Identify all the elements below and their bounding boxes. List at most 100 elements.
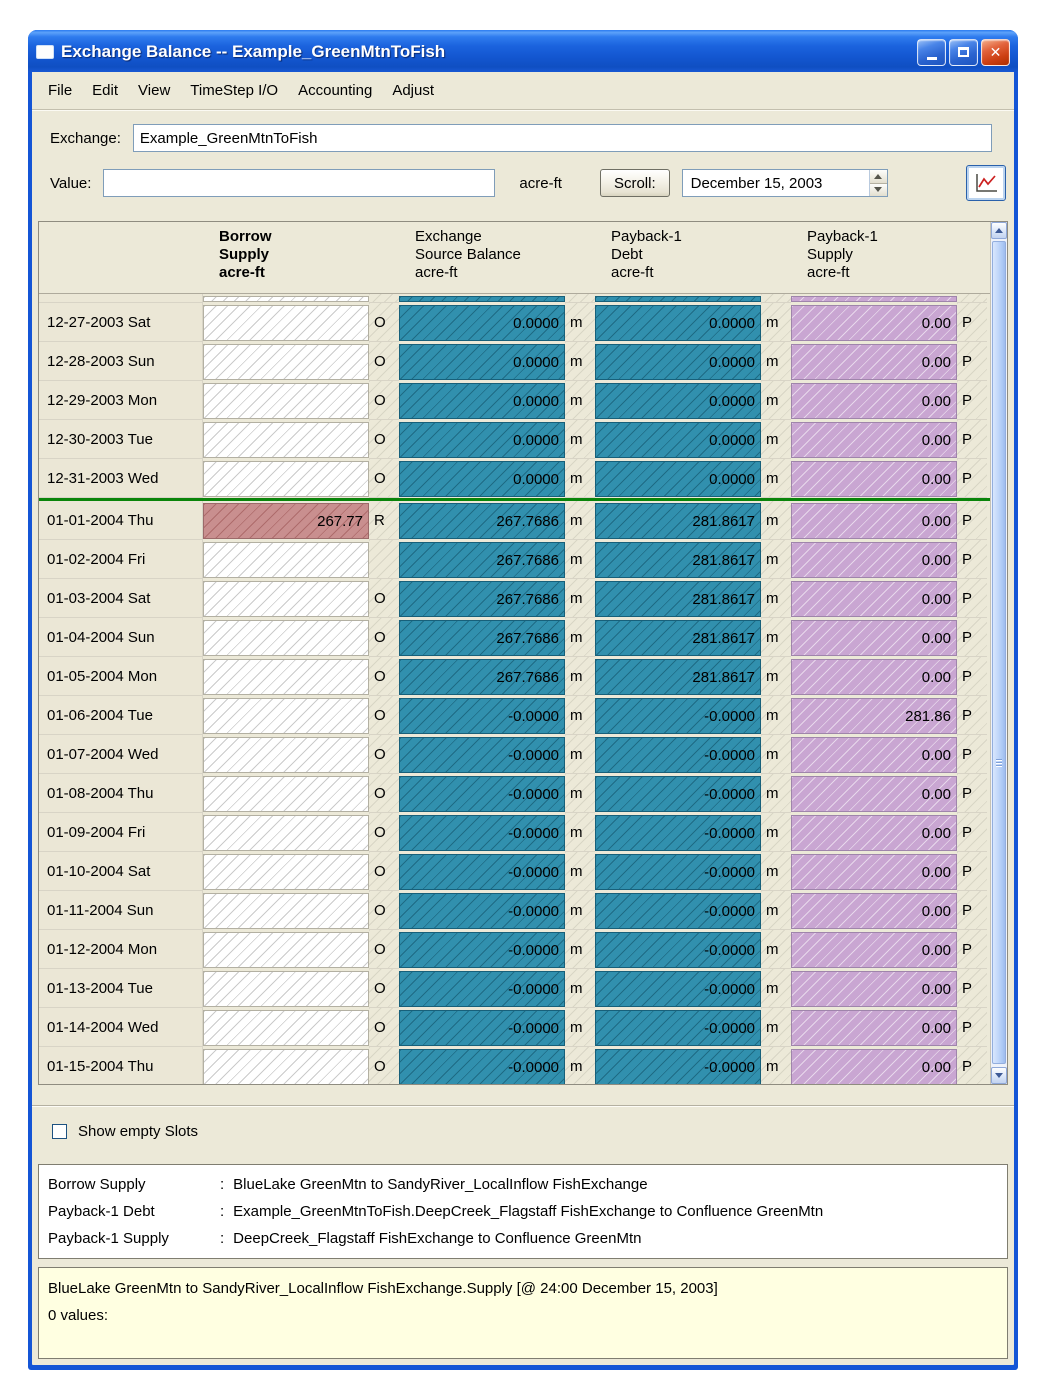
- borrow-supply-cell[interactable]: [203, 461, 369, 497]
- row-date-header[interactable]: 12-28-2003 Sun: [39, 342, 203, 381]
- payback1-supply-cell[interactable]: 0.00: [791, 854, 957, 890]
- payback1-supply-cell[interactable]: 281.86: [791, 698, 957, 734]
- row-date-header[interactable]: 01-09-2004 Fri: [39, 813, 203, 852]
- exchange-source-balance-cell[interactable]: 0.0000: [399, 305, 565, 341]
- row-date-header[interactable]: 01-02-2004 Fri: [39, 540, 203, 579]
- datetime-value[interactable]: December 15, 2003: [683, 170, 869, 196]
- menu-item-file[interactable]: File: [38, 79, 82, 102]
- exchange-source-balance-cell[interactable]: -0.0000: [399, 971, 565, 1007]
- payback1-debt-cell[interactable]: -0.0000: [595, 698, 761, 734]
- payback1-supply-cell[interactable]: 0.00: [791, 344, 957, 380]
- column-header-payback1-debt[interactable]: Payback-1 Debt acre-ft: [595, 222, 791, 293]
- row-date-header[interactable]: 01-10-2004 Sat: [39, 852, 203, 891]
- payback1-supply-cell[interactable]: 0.00: [791, 971, 957, 1007]
- borrow-supply-cell[interactable]: [203, 422, 369, 458]
- exchange-source-balance-cell[interactable]: 267.7686: [399, 503, 565, 539]
- borrow-supply-cell[interactable]: [203, 893, 369, 929]
- borrow-supply-cell[interactable]: [203, 932, 369, 968]
- scroll-button[interactable]: Scroll:: [600, 169, 670, 197]
- payback1-debt-cell[interactable]: -0.0000: [595, 932, 761, 968]
- exchange-source-balance-cell[interactable]: 0.0000: [399, 422, 565, 458]
- borrow-supply-cell[interactable]: [203, 383, 369, 419]
- exchange-source-balance-cell[interactable]: -0.0000: [399, 1049, 565, 1084]
- borrow-supply-cell[interactable]: [203, 344, 369, 380]
- column-header-payback1-supply[interactable]: Payback-1 Supply acre-ft: [791, 222, 987, 293]
- payback1-supply-cell[interactable]: 0.00: [791, 542, 957, 578]
- payback1-debt-cell[interactable]: 281.8617: [595, 659, 761, 695]
- payback1-debt-cell[interactable]: -0.0000: [595, 737, 761, 773]
- exchange-input[interactable]: [133, 124, 992, 152]
- titlebar[interactable]: Exchange Balance -- Example_GreenMtnToFi…: [28, 30, 1018, 72]
- payback1-debt-cell[interactable]: 0.0000: [595, 305, 761, 341]
- exchange-source-balance-cell[interactable]: 267.7686: [399, 620, 565, 656]
- payback1-debt-cell[interactable]: 0.0000: [595, 344, 761, 380]
- borrow-supply-cell[interactable]: 267.77: [203, 503, 369, 539]
- payback1-supply-cell[interactable]: 0.00: [791, 737, 957, 773]
- payback1-debt-cell[interactable]: 0.0000: [595, 383, 761, 419]
- column-header-borrow-supply[interactable]: Borrow Supply acre-ft: [203, 222, 399, 293]
- borrow-supply-cell[interactable]: [203, 737, 369, 773]
- datetime-spin-down-button[interactable]: [870, 184, 887, 197]
- table-scrollbar[interactable]: [990, 222, 1007, 1084]
- borrow-supply-cell[interactable]: [203, 815, 369, 851]
- row-date-header[interactable]: 12-29-2003 Mon: [39, 381, 203, 420]
- row-date-header[interactable]: 01-04-2004 Sun: [39, 618, 203, 657]
- payback1-debt-cell[interactable]: -0.0000: [595, 1049, 761, 1084]
- payback1-debt-cell[interactable]: 281.8617: [595, 620, 761, 656]
- payback1-supply-cell[interactable]: 0.00: [791, 620, 957, 656]
- row-date-header[interactable]: 01-08-2004 Thu: [39, 774, 203, 813]
- exchange-source-balance-cell[interactable]: 0.0000: [399, 344, 565, 380]
- exchange-source-balance-cell[interactable]: -0.0000: [399, 776, 565, 812]
- borrow-supply-cell[interactable]: [203, 1049, 369, 1084]
- row-date-header[interactable]: 01-03-2004 Sat: [39, 579, 203, 618]
- exchange-source-balance-cell[interactable]: 267.7686: [399, 659, 565, 695]
- payback1-debt-cell[interactable]: -0.0000: [595, 893, 761, 929]
- plot-button[interactable]: [966, 165, 1006, 201]
- row-date-header[interactable]: 12-30-2003 Tue: [39, 420, 203, 459]
- maximize-button[interactable]: [949, 39, 978, 66]
- payback1-supply-cell[interactable]: 0.00: [791, 776, 957, 812]
- exchange-source-balance-cell[interactable]: 0.0000: [399, 461, 565, 497]
- payback1-supply-cell[interactable]: 0.00: [791, 581, 957, 617]
- payback1-debt-cell[interactable]: 0.0000: [595, 461, 761, 497]
- scrollbar-thumb[interactable]: [992, 241, 1006, 1064]
- row-date-header[interactable]: 01-05-2004 Mon: [39, 657, 203, 696]
- show-empty-slots-checkbox[interactable]: [52, 1124, 67, 1139]
- row-date-header[interactable]: 01-15-2004 Thu: [39, 1047, 203, 1084]
- payback1-debt-cell[interactable]: 281.8617: [595, 503, 761, 539]
- payback1-supply-cell[interactable]: 0.00: [791, 893, 957, 929]
- borrow-supply-cell[interactable]: [203, 854, 369, 890]
- borrow-supply-cell[interactable]: [203, 581, 369, 617]
- payback1-supply-cell[interactable]: 0.00: [791, 659, 957, 695]
- borrow-supply-cell[interactable]: [203, 776, 369, 812]
- payback1-debt-cell[interactable]: -0.0000: [595, 854, 761, 890]
- row-date-header[interactable]: 01-13-2004 Tue: [39, 969, 203, 1008]
- payback1-debt-cell[interactable]: -0.0000: [595, 776, 761, 812]
- borrow-supply-cell[interactable]: [203, 698, 369, 734]
- row-date-header[interactable]: 01-12-2004 Mon: [39, 930, 203, 969]
- column-header-exchange-source-balance[interactable]: Exchange Source Balance acre-ft: [399, 222, 595, 293]
- menu-item-view[interactable]: View: [128, 79, 180, 102]
- payback1-debt-cell[interactable]: -0.0000: [595, 815, 761, 851]
- exchange-source-balance-cell[interactable]: -0.0000: [399, 893, 565, 929]
- payback1-debt-cell[interactable]: 281.8617: [595, 581, 761, 617]
- exchange-source-balance-cell[interactable]: 0.0000: [399, 383, 565, 419]
- exchange-source-balance-cell[interactable]: -0.0000: [399, 815, 565, 851]
- row-date-header[interactable]: 12-31-2003 Wed: [39, 459, 203, 498]
- payback1-supply-cell[interactable]: 0.00: [791, 422, 957, 458]
- payback1-supply-cell[interactable]: 0.00: [791, 503, 957, 539]
- menu-item-accounting[interactable]: Accounting: [288, 79, 382, 102]
- menu-item-timestep-io[interactable]: TimeStep I/O: [180, 79, 288, 102]
- payback1-supply-cell[interactable]: 0.00: [791, 1010, 957, 1046]
- scroll-down-button[interactable]: [991, 1067, 1007, 1084]
- payback1-debt-cell[interactable]: -0.0000: [595, 1010, 761, 1046]
- payback1-supply-cell[interactable]: 0.00: [791, 1049, 957, 1084]
- payback1-debt-cell[interactable]: 0.0000: [595, 422, 761, 458]
- exchange-source-balance-cell[interactable]: 267.7686: [399, 542, 565, 578]
- exchange-source-balance-cell[interactable]: -0.0000: [399, 1010, 565, 1046]
- payback1-supply-cell[interactable]: 0.00: [791, 815, 957, 851]
- payback1-supply-cell[interactable]: 0.00: [791, 383, 957, 419]
- close-button[interactable]: ✕: [981, 39, 1010, 66]
- row-date-header[interactable]: 01-14-2004 Wed: [39, 1008, 203, 1047]
- payback1-debt-cell[interactable]: -0.0000: [595, 971, 761, 1007]
